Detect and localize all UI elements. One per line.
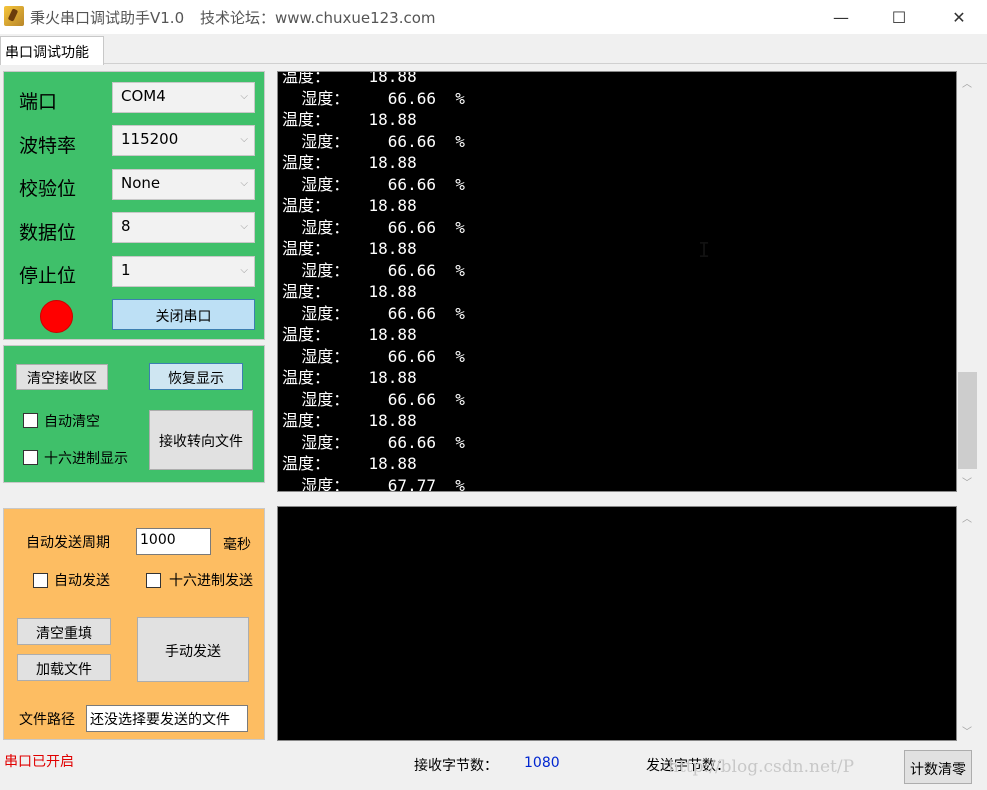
- receive-textarea[interactable]: 温度： 18.88 湿度： 66.66 % 温度： 18.88 湿度： 66.66…: [277, 71, 957, 492]
- clear-receive-button[interactable]: 清空接收区: [16, 364, 108, 390]
- receive-line: 温度： 18.88: [282, 411, 417, 430]
- close-port-button[interactable]: 关闭串口: [112, 299, 255, 330]
- receive-line: 湿度： 66.66 %: [282, 389, 465, 409]
- receive-line: 温度： 18.88: [282, 71, 417, 86]
- close-window-button[interactable]: ✕: [936, 0, 982, 34]
- baud-select-value: 115200: [121, 130, 179, 148]
- port-status-text: 串口已开启: [4, 754, 74, 770]
- receive-line: 湿度： 66.66 %: [282, 131, 465, 151]
- receive-line: 温度： 18.88: [282, 110, 417, 129]
- receive-scrollbar[interactable]: ︿ ﹀: [957, 71, 978, 492]
- rx-bytes-label: 接收字节数：: [414, 758, 498, 774]
- interval-input[interactable]: 1000: [136, 528, 211, 555]
- interval-label: 自动发送周期: [26, 535, 110, 551]
- send-scrollbar[interactable]: ︿ ﹀: [957, 506, 978, 741]
- receive-line: 湿度： 66.66 %: [282, 174, 465, 194]
- receive-line: 温度： 18.88: [282, 454, 417, 473]
- maximize-button[interactable]: ☐: [876, 0, 922, 34]
- hex-display-label: 十六进制显示: [44, 451, 128, 467]
- receive-line: 温度： 18.88: [282, 153, 417, 172]
- tab-strip: 串口调试功能: [0, 34, 987, 65]
- receive-line: 湿度： 66.66 %: [282, 260, 465, 280]
- baud-select[interactable]: 115200 ⌵: [112, 125, 255, 156]
- clear-refill-button[interactable]: 清空重填: [17, 618, 111, 645]
- app-icon: [4, 6, 24, 26]
- receive-line: 湿度： 66.66 %: [282, 303, 465, 323]
- scroll-up-icon[interactable]: ︿: [962, 75, 972, 90]
- scroll-up-icon[interactable]: ︿: [962, 510, 972, 525]
- parity-select[interactable]: None ⌵: [112, 169, 255, 200]
- chevron-down-icon: ⌵: [240, 178, 248, 189]
- file-path-label: 文件路径: [19, 712, 75, 728]
- port-settings-panel: 端口 COM4 ⌵ 波特率 115200 ⌵ 校验位 None ⌵ 数据位 8 …: [3, 71, 265, 340]
- databits-label: 数据位: [19, 222, 77, 244]
- forum-url-text: 技术论坛：www.chuxue123.com: [200, 9, 436, 27]
- redirect-to-file-button[interactable]: 接收转向文件: [149, 410, 253, 470]
- auto-clear-checkbox[interactable]: [23, 413, 38, 428]
- load-file-button[interactable]: 加载文件: [17, 654, 111, 681]
- restore-display-button[interactable]: 恢复显示: [149, 363, 243, 390]
- auto-clear-label: 自动清空: [44, 414, 100, 430]
- hex-send-label: 十六进制发送: [169, 573, 253, 589]
- scroll-down-icon[interactable]: ﹀: [962, 723, 972, 738]
- receive-line: 湿度： 66.66 %: [282, 217, 465, 237]
- hex-display-checkbox[interactable]: [23, 450, 38, 465]
- window-title: 秉火串口调试助手V1.0: [30, 9, 185, 27]
- receive-line: 湿度： 67.77 %: [282, 475, 465, 492]
- tab-serial-debug[interactable]: 串口调试功能: [0, 36, 104, 65]
- baud-label: 波特率: [19, 135, 77, 157]
- text-cursor-icon: I: [698, 238, 711, 262]
- minimize-button[interactable]: —: [818, 0, 864, 34]
- receive-line: 温度： 18.88: [282, 196, 417, 215]
- stopbits-select-value: 1: [121, 261, 131, 279]
- databits-select-value: 8: [121, 217, 131, 235]
- receive-line: 温度： 18.88: [282, 325, 417, 344]
- hex-send-checkbox[interactable]: [146, 573, 161, 588]
- chevron-down-icon: ⌵: [240, 265, 248, 276]
- receive-line: 湿度： 66.66 %: [282, 346, 465, 366]
- receive-line: 湿度： 66.66 %: [282, 432, 465, 452]
- receive-line: 温度： 18.88: [282, 239, 417, 258]
- receive-line: 温度： 18.88: [282, 282, 417, 301]
- send-controls-panel: 自动发送周期 1000 毫秒 自动发送 十六进制发送 清空重填 加载文件 手动发…: [3, 508, 265, 740]
- parity-select-value: None: [121, 174, 161, 192]
- receive-controls-panel: 清空接收区 恢复显示 自动清空 十六进制显示 接收转向文件: [3, 345, 265, 483]
- stopbits-label: 停止位: [19, 265, 77, 287]
- rx-bytes-value: 1080: [524, 755, 560, 771]
- parity-label: 校验位: [19, 178, 77, 200]
- interval-unit-label: 毫秒: [223, 537, 251, 553]
- manual-send-button[interactable]: 手动发送: [137, 617, 249, 682]
- receive-line: 温度： 18.88: [282, 368, 417, 387]
- close-icon: ✕: [952, 7, 966, 27]
- databits-select[interactable]: 8 ⌵: [112, 212, 255, 243]
- port-label: 端口: [19, 91, 58, 113]
- scrollbar-thumb[interactable]: [958, 372, 977, 469]
- chevron-down-icon: ⌵: [240, 91, 248, 102]
- receive-line: 湿度： 66.66 %: [282, 88, 465, 108]
- port-select-value: COM4: [121, 87, 166, 105]
- send-textarea[interactable]: [277, 506, 957, 741]
- port-status-led: [40, 300, 73, 333]
- chevron-down-icon: ⌵: [240, 221, 248, 232]
- receive-text: 温度： 18.88 湿度： 66.66 % 温度： 18.88 湿度： 66.66…: [282, 71, 465, 492]
- scroll-down-icon[interactable]: ﹀: [962, 474, 972, 489]
- maximize-icon: ☐: [891, 7, 907, 27]
- watermark-text: http://blog.csdn.net/P: [668, 757, 855, 777]
- minimize-icon: —: [833, 7, 849, 27]
- title-bar: 秉火串口调试助手V1.0 技术论坛：www.chuxue123.com — ☐ …: [0, 0, 987, 34]
- chevron-down-icon: ⌵: [240, 134, 248, 145]
- stopbits-select[interactable]: 1 ⌵: [112, 256, 255, 287]
- auto-send-label: 自动发送: [54, 573, 110, 589]
- port-select[interactable]: COM4 ⌵: [112, 82, 255, 113]
- file-path-field: 还没选择要发送的文件: [86, 705, 248, 732]
- clear-count-button[interactable]: 计数清零: [904, 750, 972, 784]
- auto-send-checkbox[interactable]: [33, 573, 48, 588]
